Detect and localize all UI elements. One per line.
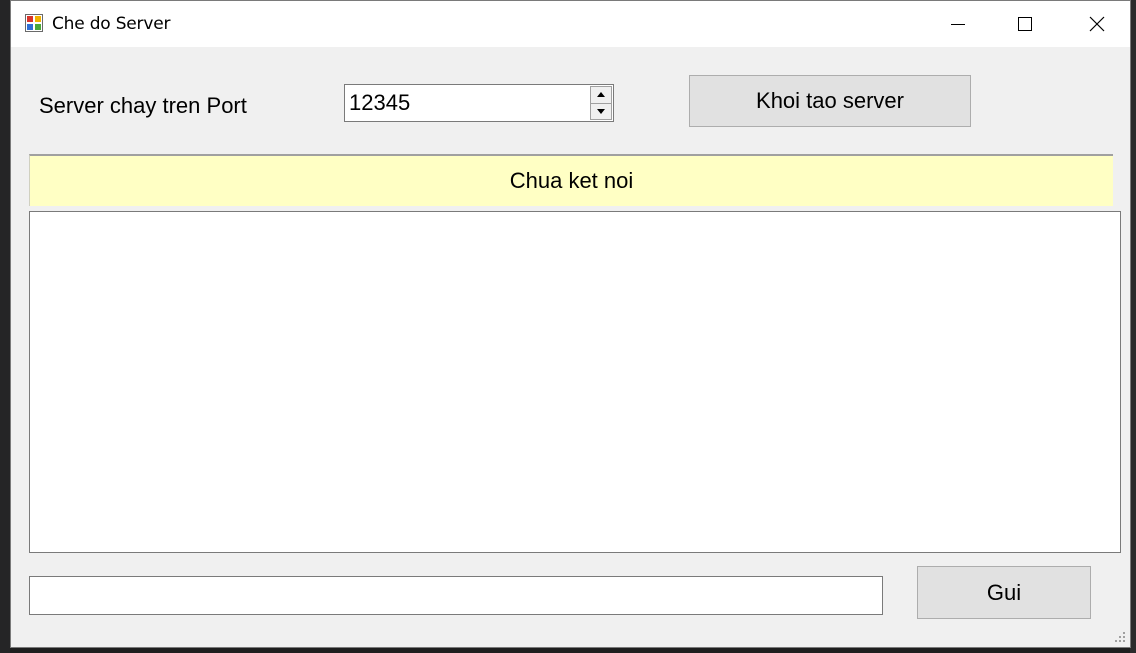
message-input[interactable] (30, 577, 882, 614)
message-log[interactable] (29, 211, 1121, 553)
port-increment-button[interactable] (590, 86, 612, 104)
port-input[interactable] (347, 87, 589, 119)
send-button[interactable]: Gui (917, 566, 1091, 619)
port-label: Server chay tren Port (39, 93, 247, 118)
message-input-box[interactable] (29, 576, 883, 615)
resize-grip-icon[interactable] (1114, 631, 1126, 643)
title-bar[interactable]: Che do Server (11, 1, 1130, 47)
close-icon (1089, 16, 1105, 32)
port-decrement-button[interactable] (590, 103, 612, 120)
port-spinner[interactable] (590, 86, 612, 120)
form-app-icon[interactable] (25, 14, 43, 32)
close-button[interactable] (1068, 1, 1126, 47)
start-server-button[interactable]: Khoi tao server (689, 75, 971, 127)
background-desktop-left (0, 0, 10, 653)
port-numeric-updown[interactable] (344, 84, 614, 122)
minimize-button[interactable] (929, 1, 987, 47)
maximize-button[interactable] (996, 1, 1054, 47)
arrow-down-icon (597, 108, 605, 114)
connection-status: Chua ket noi (29, 154, 1113, 206)
arrow-up-icon (597, 92, 605, 98)
maximize-icon (1018, 17, 1032, 31)
window-title: Che do Server (52, 14, 171, 34)
server-window: Che do Server Server chay tren Port 1234… (10, 0, 1131, 648)
minimize-icon (951, 24, 965, 25)
